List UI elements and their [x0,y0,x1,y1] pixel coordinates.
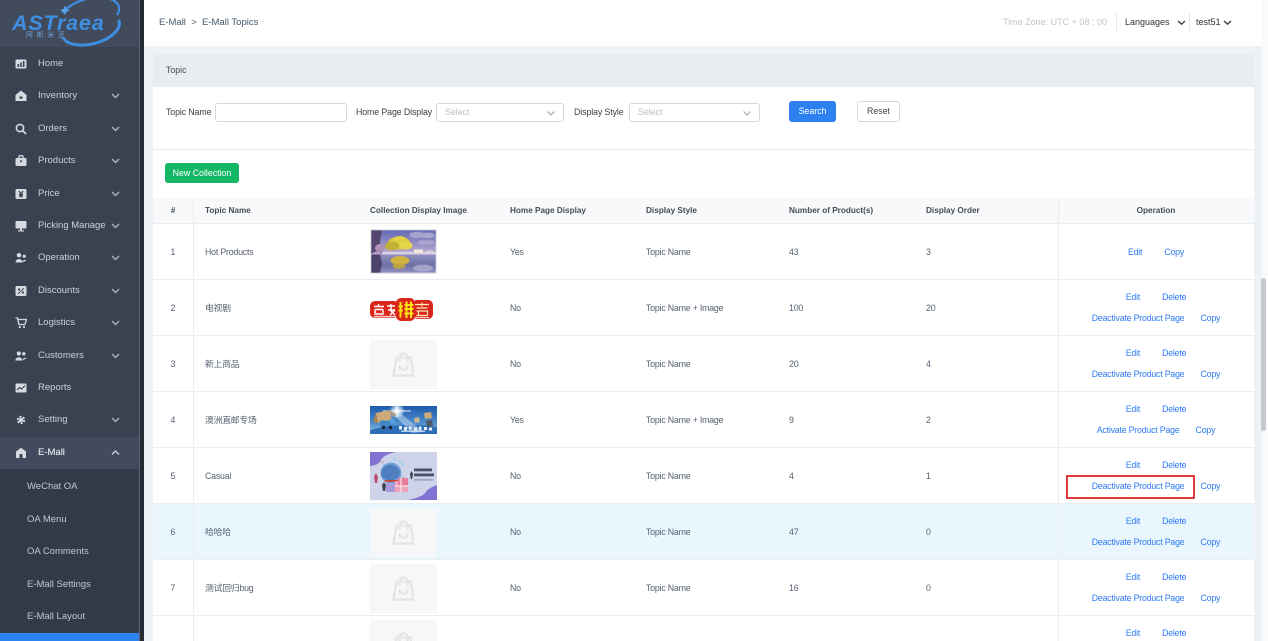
svg-text:阿斯米亚: 阿斯米亚 [26,30,68,39]
